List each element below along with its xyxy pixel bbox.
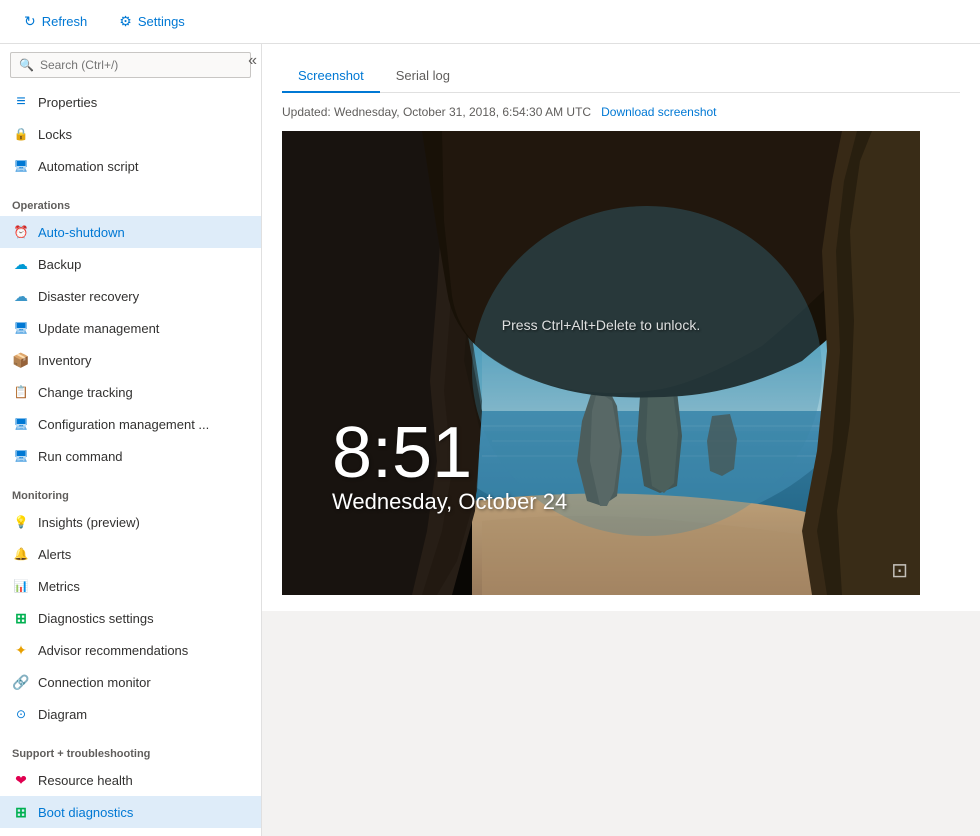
sidebar-item-update-management[interactable]: 🖥 Update management [0, 312, 261, 344]
content-inner: Screenshot Serial log Updated: Wednesday… [262, 44, 980, 611]
sidebar-item-properties[interactable]: ≡ Properties [0, 86, 261, 118]
sidebar-item-advisor-recommendations[interactable]: ✦ Advisor recommendations [0, 634, 261, 666]
run-command-icon: 🖥 [12, 447, 30, 465]
update-management-icon: 🖥 [12, 319, 30, 337]
settings-icon: ⚙ [119, 13, 132, 30]
search-box: 🔍 [10, 52, 251, 78]
sidebar-item-automation-script[interactable]: 🖥 Automation script [0, 150, 261, 182]
disaster-recovery-icon: ☁ [12, 287, 30, 305]
sidebar-item-connection-monitor[interactable]: 🔗 Connection monitor [0, 666, 261, 698]
settings-button[interactable]: ⚙ Settings [111, 9, 193, 34]
sidebar-item-diagram[interactable]: ⊙ Diagram [0, 698, 261, 730]
sidebar-item-inventory[interactable]: 📦 Inventory [0, 344, 261, 376]
configuration-management-icon: 🖥 [12, 415, 30, 433]
sidebar-item-backup[interactable]: ☁ Backup [0, 248, 261, 280]
sidebar-item-performance-diagnostics[interactable]: ⊞ Performance diagnostics (P... [0, 828, 261, 836]
sidebar-item-label: Run command [38, 449, 123, 464]
sidebar-item-label: Locks [38, 127, 72, 142]
sidebar-item-run-command[interactable]: 🖥 Run command [0, 440, 261, 472]
content-area: Screenshot Serial log Updated: Wednesday… [262, 44, 980, 836]
backup-icon: ☁ [12, 255, 30, 273]
lockscreen-image [282, 131, 920, 595]
diagnostics-settings-icon: ⊞ [12, 609, 30, 627]
sidebar-item-label: Properties [38, 95, 97, 110]
refresh-label: Refresh [42, 14, 88, 29]
metrics-icon: 📊 [12, 577, 30, 595]
sidebar-item-label: Boot diagnostics [38, 805, 133, 820]
monitor-icon: ⊡ [891, 558, 908, 583]
sidebar-item-resource-health[interactable]: ❤ Resource health [0, 764, 261, 796]
properties-icon: ≡ [12, 93, 30, 111]
download-screenshot-link[interactable]: Download screenshot [601, 105, 716, 119]
sidebar-item-label: Change tracking [38, 385, 133, 400]
sidebar-item-diagnostics-settings[interactable]: ⊞ Diagnostics settings [0, 602, 261, 634]
insights-icon: 💡 [12, 513, 30, 531]
sidebar-item-change-tracking[interactable]: 📋 Change tracking [0, 376, 261, 408]
sidebar-item-label: Configuration management ... [38, 417, 209, 432]
sidebar-item-label: Auto-shutdown [38, 225, 125, 240]
sidebar-item-label: Inventory [38, 353, 91, 368]
sidebar-item-label: Advisor recommendations [38, 643, 188, 658]
locks-icon: 🔒 [12, 125, 30, 143]
boot-diagnostics-icon: ⊞ [12, 803, 30, 821]
sidebar: « 🔍 ≡ Properties 🔒 Locks 🖥 Automation sc… [0, 44, 262, 836]
sidebar-item-locks[interactable]: 🔒 Locks [0, 118, 261, 150]
tab-serial-log[interactable]: Serial log [380, 60, 466, 93]
main-layout: « 🔍 ≡ Properties 🔒 Locks 🖥 Automation sc… [0, 44, 980, 836]
resource-health-icon: ❤ [12, 771, 30, 789]
diagram-icon: ⊙ [12, 705, 30, 723]
sidebar-item-label: Resource health [38, 773, 133, 788]
connection-monitor-icon: 🔗 [12, 673, 30, 691]
sidebar-item-alerts[interactable]: 🔔 Alerts [0, 538, 261, 570]
lockscreen-date: Wednesday, October 24 [332, 489, 567, 515]
refresh-icon: ↻ [24, 13, 36, 30]
search-icon: 🔍 [19, 58, 34, 72]
sidebar-item-disaster-recovery[interactable]: ☁ Disaster recovery [0, 280, 261, 312]
settings-label: Settings [138, 14, 185, 29]
advisor-recommendations-icon: ✦ [12, 641, 30, 659]
alerts-icon: 🔔 [12, 545, 30, 563]
sidebar-item-label: Automation script [38, 159, 138, 174]
lockscreen-time: 8:51 [332, 417, 567, 489]
sidebar-item-label: Insights (preview) [38, 515, 140, 530]
auto-shutdown-icon: ⏰ [12, 223, 30, 241]
sidebar-item-auto-shutdown[interactable]: ⏰ Auto-shutdown [0, 216, 261, 248]
inventory-icon: 📦 [12, 351, 30, 369]
sidebar-item-label: Diagram [38, 707, 87, 722]
sidebar-item-label: Backup [38, 257, 81, 272]
sidebar-item-insights[interactable]: 💡 Insights (preview) [0, 506, 261, 538]
sidebar-item-configuration-management[interactable]: 🖥 Configuration management ... [0, 408, 261, 440]
updated-line: Updated: Wednesday, October 31, 2018, 6:… [282, 105, 960, 119]
tabs: Screenshot Serial log [282, 60, 960, 93]
screenshot-frame: Press Ctrl+Alt+Delete to unlock. 8:51 We… [282, 131, 920, 595]
lockscreen-text: 8:51 Wednesday, October 24 [332, 417, 567, 515]
operations-section-header: Operations [0, 190, 261, 216]
updated-text: Updated: Wednesday, October 31, 2018, 6:… [282, 105, 591, 119]
ctrl-alt-del-text: Press Ctrl+Alt+Delete to unlock. [502, 317, 700, 333]
monitoring-section-header: Monitoring [0, 480, 261, 506]
support-section-header: Support + troubleshooting [0, 738, 261, 764]
sidebar-item-label: Connection monitor [38, 675, 151, 690]
change-tracking-icon: 📋 [12, 383, 30, 401]
sidebar-item-label: Disaster recovery [38, 289, 139, 304]
sidebar-item-label: Update management [38, 321, 159, 336]
tab-screenshot[interactable]: Screenshot [282, 60, 380, 93]
sidebar-item-boot-diagnostics[interactable]: ⊞ Boot diagnostics [0, 796, 261, 828]
sidebar-item-label: Alerts [38, 547, 71, 562]
sidebar-collapse-button[interactable]: « [248, 52, 257, 70]
sidebar-item-label: Metrics [38, 579, 80, 594]
refresh-button[interactable]: ↻ Refresh [16, 9, 95, 34]
sidebar-item-label: Diagnostics settings [38, 611, 154, 626]
search-input[interactable] [40, 58, 242, 72]
toolbar: ↻ Refresh ⚙ Settings [0, 0, 980, 44]
automation-script-icon: 🖥 [12, 157, 30, 175]
sidebar-item-metrics[interactable]: 📊 Metrics [0, 570, 261, 602]
